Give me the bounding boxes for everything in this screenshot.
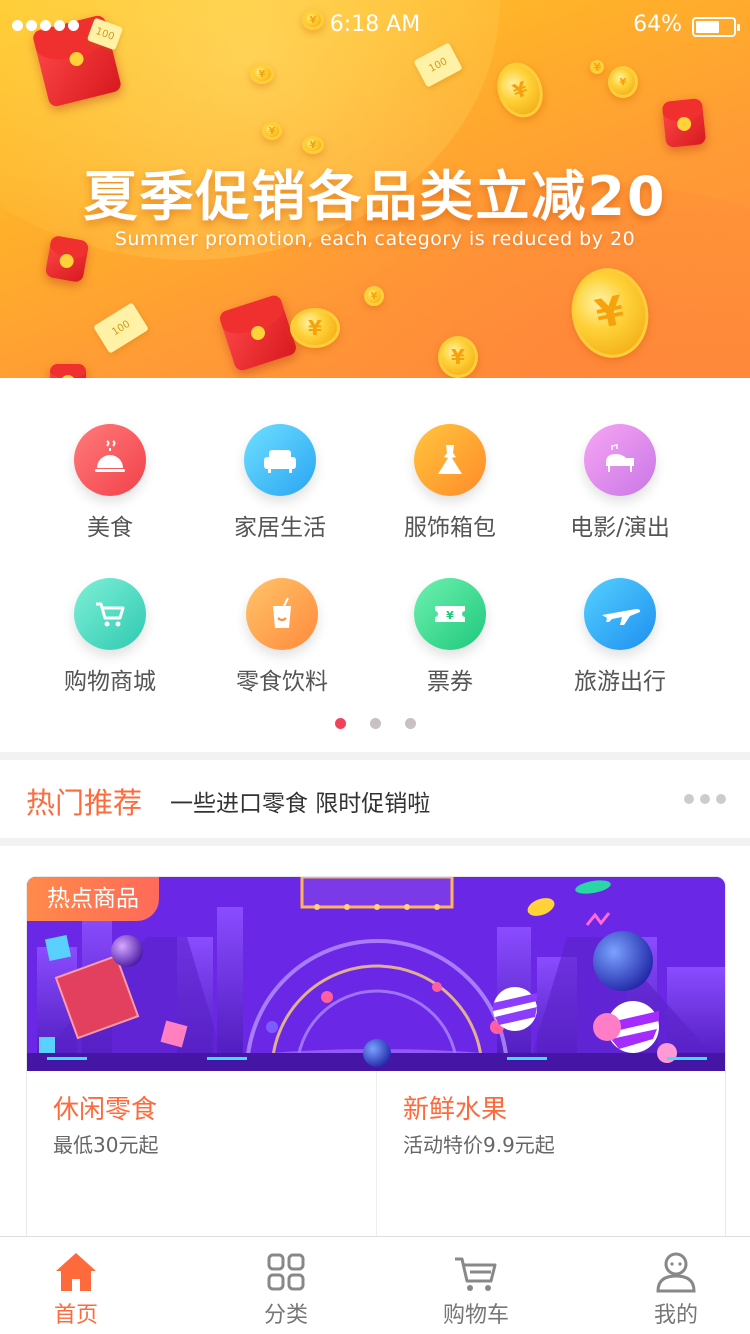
battery-fill — [696, 21, 720, 33]
tab-category[interactable]: 分类 — [192, 1237, 380, 1334]
featured-banner-image[interactable]: 热点商品 — [27, 877, 725, 1071]
red-envelope-decoration — [661, 98, 707, 148]
product-price: 活动特价9.9元起 — [403, 1133, 555, 1157]
product-fruit[interactable]: 新鲜水果 活动特价9.9元起 — [377, 1071, 725, 1255]
tab-label: 分类 — [263, 1303, 308, 1328]
category-food[interactable]: 美食 — [25, 424, 195, 542]
hot-recommend-text: 一些进口零食 限时促销啦 — [170, 791, 431, 817]
gold-coin-decoration — [489, 56, 551, 124]
pager-dot[interactable] — [404, 718, 416, 729]
bottom-tab-bar: 首页 分类 购物车 我的 — [0, 1236, 750, 1334]
category-label: 旅游出行 — [574, 669, 666, 695]
shopping-cart-icon — [74, 578, 146, 650]
category-snacks-drinks[interactable]: 零食饮料 — [197, 578, 367, 696]
red-envelope-decoration — [50, 364, 86, 378]
category-movie-show[interactable]: 电影/演出 — [535, 424, 705, 542]
category-label: 电影/演出 — [570, 515, 670, 541]
category-grid-icon — [267, 1253, 305, 1291]
product-snacks[interactable]: 休闲零食 最低30元起 — [27, 1071, 377, 1255]
product-name: 休闲零食 — [53, 1095, 158, 1125]
gold-coin-decoration — [364, 286, 384, 306]
promo-banner[interactable]: 100 100 100 夏季促销各品类立减20 Summer promotion… — [0, 0, 750, 378]
category-apparel-bags[interactable]: 服饰箱包 — [365, 424, 535, 542]
status-bar: 6:18 AM 64% — [0, 0, 750, 52]
gold-coin-decoration — [608, 66, 638, 98]
home-icon — [56, 1253, 96, 1291]
banner-title: 夏季促销各品类立减20 — [83, 165, 667, 228]
category-label: 美食 — [87, 515, 133, 541]
banner-subtitle: Summer promotion, each category is reduc… — [114, 228, 636, 250]
product-name: 新鲜水果 — [403, 1095, 508, 1125]
hot-recommend-title: 热门推荐 — [26, 786, 143, 820]
category-label: 购物商城 — [64, 669, 156, 695]
category-home-living[interactable]: 家居生活 — [195, 424, 365, 542]
gold-coin-decoration — [590, 60, 604, 74]
pager-dot-active[interactable] — [334, 718, 346, 729]
sofa-icon — [244, 424, 316, 496]
battery-icon — [692, 17, 740, 37]
category-tickets[interactable]: ¥ 票券 — [365, 578, 535, 696]
battery-percentage: 64% — [633, 12, 682, 37]
pager-dot[interactable] — [369, 718, 381, 729]
food-cloche-icon — [74, 424, 146, 496]
gold-coin-decoration — [262, 122, 282, 140]
airplane-icon — [584, 578, 656, 650]
tab-cart[interactable]: 购物车 — [382, 1237, 570, 1334]
cart-icon — [455, 1257, 497, 1291]
drink-cup-icon — [246, 578, 318, 650]
svg-text:¥: ¥ — [446, 609, 454, 622]
gold-coin-decoration — [290, 308, 340, 348]
tab-profile[interactable]: 我的 — [582, 1237, 750, 1334]
category-grid: 美食 家居生活 服饰箱包 电影/演出 购物商城 零食饮料 ¥ 票券 旅游出行 — [0, 378, 750, 752]
tab-label: 我的 — [653, 1303, 698, 1328]
hot-recommend-bar[interactable]: 热门推荐 一些进口零食 限时促销啦 — [0, 760, 750, 838]
hot-product-tag: 热点商品 — [27, 877, 159, 921]
dress-icon — [414, 424, 486, 496]
category-shopping-mall[interactable]: 购物商城 — [25, 578, 195, 696]
piano-icon — [584, 424, 656, 496]
banknote-decoration: 100 — [93, 302, 149, 354]
tab-label: 首页 — [53, 1303, 98, 1328]
user-icon — [656, 1252, 696, 1293]
category-label: 服饰箱包 — [404, 515, 496, 541]
more-icon[interactable] — [684, 794, 726, 804]
category-label: 零食饮料 — [236, 669, 328, 695]
featured-card: 热点商品 休闲零食 最低30元起 新鲜水果 活动特价9.9元起 — [26, 876, 726, 1256]
category-pager — [0, 718, 750, 729]
tab-home[interactable]: 首页 — [0, 1237, 170, 1334]
tab-label: 购物车 — [442, 1303, 509, 1328]
gold-coin-decoration — [250, 64, 274, 84]
category-label: 票券 — [427, 669, 473, 695]
featured-section: 热点商品 休闲零食 最低30元起 新鲜水果 活动特价9.9元起 — [0, 846, 750, 1256]
gold-coin-decoration — [438, 336, 478, 378]
category-travel[interactable]: 旅游出行 — [535, 578, 705, 696]
product-price: 最低30元起 — [53, 1133, 159, 1157]
category-label: 家居生活 — [234, 515, 326, 541]
ticket-icon: ¥ — [414, 578, 486, 650]
